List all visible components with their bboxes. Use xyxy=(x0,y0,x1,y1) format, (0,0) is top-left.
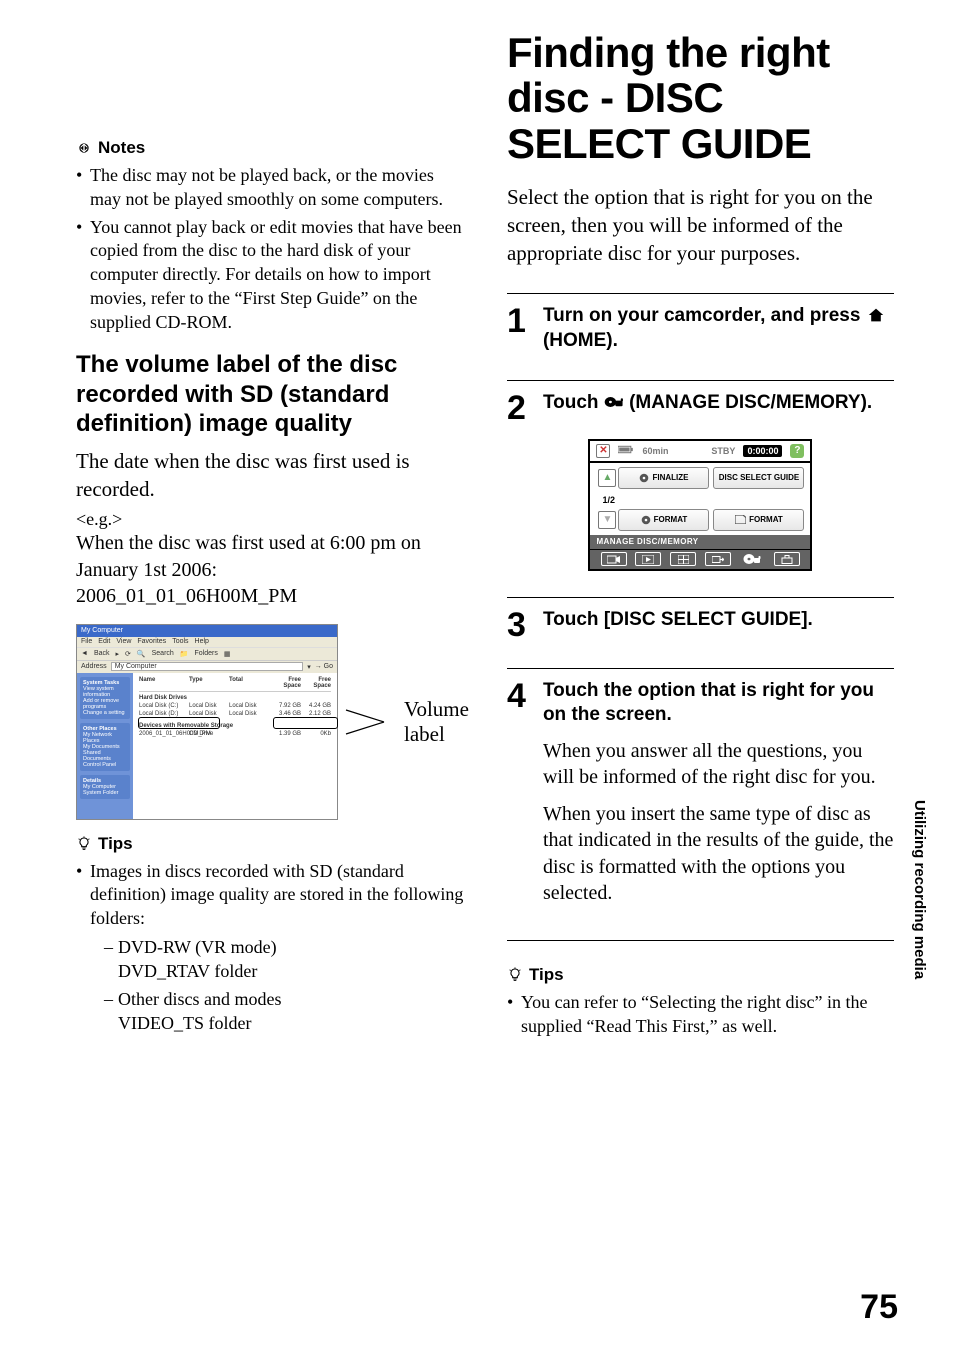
volume-label-name-highlight xyxy=(138,717,220,729)
stby-label: STBY xyxy=(711,446,735,456)
step-3: 3 Touch [DISC SELECT GUIDE]. xyxy=(507,597,894,642)
tab-output-icon[interactable] xyxy=(705,552,731,566)
subheading: The volume label of the disc recorded wi… xyxy=(76,350,469,438)
explorer-screenshot: My Computer FileEditViewFavoritesToolsHe… xyxy=(76,624,338,820)
home-icon xyxy=(866,307,886,323)
address-bar: Address My Computer ▾→ Go xyxy=(77,661,337,673)
camcorder-bottom-tabs xyxy=(588,549,812,571)
right-tips-item: You can refer to “Selecting the right di… xyxy=(507,991,894,1039)
notes-item: The disc may not be played back, or the … xyxy=(76,164,469,212)
eg-line-2: 2006_01_01_06H00M_PM xyxy=(76,583,469,609)
tab-toolbox-icon[interactable] xyxy=(774,552,800,566)
left-tips-heading: Tips xyxy=(76,834,469,854)
help-icon[interactable]: ? xyxy=(790,444,804,458)
main-title: Finding the right disc - DISC SELECT GUI… xyxy=(507,30,894,166)
step-number: 4 xyxy=(507,679,533,713)
camcorder-paging-row: 1/2 xyxy=(588,493,812,509)
step-1: 1 Turn on your camcorder, and press (HOM… xyxy=(507,293,894,353)
left-tips-list: Images in discs recorded with SD (standa… xyxy=(76,860,469,1036)
manage-disc-icon xyxy=(604,394,624,410)
step-number: 3 xyxy=(507,608,533,642)
step-text: Turn on your camcorder, and press (HOME)… xyxy=(543,304,894,353)
camcorder-topbar: ✕ 60min STBY 0:00:00 ? xyxy=(588,439,812,463)
step-text: Touch the option that is right for you o… xyxy=(543,679,894,728)
camcorder-screen: ✕ 60min STBY 0:00:00 ? ▲ xyxy=(588,439,812,571)
right-tips-list: You can refer to “Selecting the right di… xyxy=(507,991,894,1039)
side-section-label: Utilizing recording media xyxy=(911,800,928,979)
left-tips-item: Images in discs recorded with SD (standa… xyxy=(76,860,469,1036)
right-column: Finding the right disc - DISC SELECT GUI… xyxy=(507,30,894,1043)
step-4: 4 Touch the option that is right for you… xyxy=(507,668,894,907)
eg-line-1: When the disc was first used at 6:00 pm … xyxy=(76,530,469,583)
right-tips-heading: Tips xyxy=(507,965,894,985)
battery-label: 60min xyxy=(642,446,668,456)
camcorder-label-row: MANAGE DISC/MEMORY xyxy=(588,535,812,549)
battery-icon xyxy=(618,445,634,456)
paging-indicator: 1/2 xyxy=(596,493,615,507)
tab-grid-icon[interactable] xyxy=(670,552,696,566)
bulb-icon xyxy=(76,836,92,852)
tab-play-icon[interactable] xyxy=(635,552,661,566)
notes-item: You cannot play back or edit movies that… xyxy=(76,216,469,335)
step-text: Touch (MANAGE DISC/MEMORY). xyxy=(543,391,894,416)
step-body: When you answer all the questions, you w… xyxy=(543,738,894,906)
time-display: 0:00:00 xyxy=(743,445,782,457)
tab-manage-icon[interactable] xyxy=(739,552,765,566)
toolbar: ◄Back▸⟳🔍Search📁Folders▦ xyxy=(77,647,337,661)
step-text: Touch [DISC SELECT GUIDE]. xyxy=(543,608,894,633)
notes-list: The disc may not be played back, or the … xyxy=(76,164,469,334)
finalize-button[interactable]: FINALIZE xyxy=(618,467,709,489)
disc-icon xyxy=(639,473,649,483)
tab-camera-icon[interactable] xyxy=(601,552,627,566)
camcorder-mid2: ▼ FORMAT FORMAT xyxy=(588,509,812,535)
memory-card-icon xyxy=(735,515,746,524)
volume-label-size-highlight xyxy=(273,717,338,729)
step-2: 2 Touch (MANAGE DISC/MEMORY). ✕ 60m xyxy=(507,380,894,571)
subheading-body: The date when the disc was first used is… xyxy=(76,448,469,503)
disc-icon xyxy=(641,515,651,525)
window-title: My Computer xyxy=(81,627,123,634)
eg-label: <e.g.> xyxy=(76,509,469,530)
camcorder-mid: ▲ FINALIZE DISC SELECT GUIDE xyxy=(588,463,812,493)
disc-select-guide-button[interactable]: DISC SELECT GUIDE xyxy=(713,467,804,489)
left-column: Notes The disc may not be played back, o… xyxy=(76,30,469,1043)
notes-heading: Notes xyxy=(76,138,469,158)
leader-line xyxy=(344,704,404,740)
notes-icon xyxy=(76,140,92,156)
close-icon[interactable]: ✕ xyxy=(596,444,610,458)
callout-label: Volume label xyxy=(404,697,469,747)
bulb-icon xyxy=(507,967,523,983)
menu-bar: FileEditViewFavoritesToolsHelp xyxy=(77,637,337,647)
window-titlebar: My Computer xyxy=(77,625,337,637)
format-disc-button[interactable]: FORMAT xyxy=(618,509,709,531)
explorer-sidebar: System Tasks View system information Add… xyxy=(77,673,133,819)
format-card-button[interactable]: FORMAT xyxy=(713,509,804,531)
explorer-main: NameTypeTotalFree SpaceFree Space Hard D… xyxy=(133,673,337,819)
subitem: DVD-RW (VR mode) DVD_RTAV folder xyxy=(104,935,469,983)
page-number: 75 xyxy=(860,1288,898,1327)
step-number: 1 xyxy=(507,304,533,338)
down-arrow-button[interactable]: ▼ xyxy=(598,511,616,529)
subitem: Other discs and modes VIDEO_TS folder xyxy=(104,987,469,1035)
up-arrow-button[interactable]: ▲ xyxy=(598,469,616,487)
intro-text: Select the option that is right for you … xyxy=(507,184,894,267)
step-number: 2 xyxy=(507,391,533,425)
